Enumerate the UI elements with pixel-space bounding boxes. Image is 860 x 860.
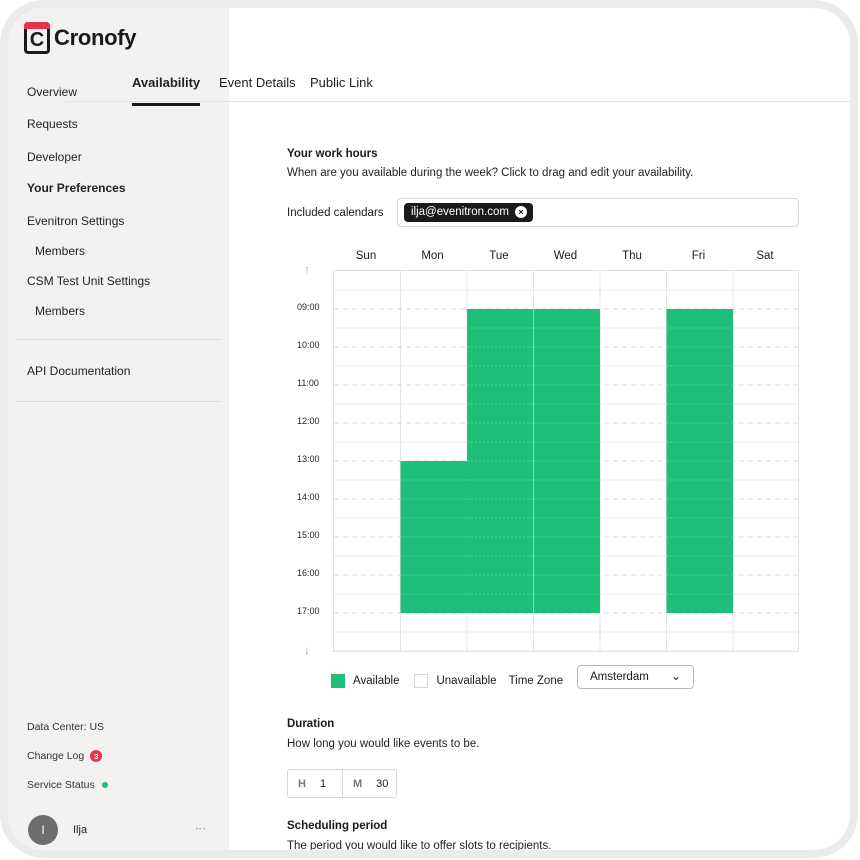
timezone-value: Amsterdam <box>590 671 649 683</box>
time-label: 17:00 <box>297 606 320 616</box>
scroll-down-icon[interactable]: ↓ <box>304 643 310 657</box>
day-header-fri: Fri <box>691 250 706 262</box>
time-label: 10:00 <box>297 340 320 350</box>
sidebar-item-developer[interactable]: Developer <box>27 150 82 164</box>
duration-input: H 1 M 30 <box>287 769 397 798</box>
time-label: 16:00 <box>297 568 320 578</box>
data-center-label: Data Center: US <box>27 721 104 733</box>
hours-unit-label: H <box>298 777 306 790</box>
change-log-link[interactable]: Change Log 3 <box>27 750 103 762</box>
sidebar-item-csm-settings[interactable]: CSM Test Unit Settings <box>27 274 150 288</box>
hours-value: 1 <box>319 777 327 790</box>
day-header-mon: Mon <box>421 250 444 262</box>
day-header-tue: Tue <box>489 250 509 262</box>
day-header-sun: Sun <box>355 250 377 262</box>
minutes-value: 30 <box>376 777 389 790</box>
scheduling-period-title: Scheduling period <box>287 820 388 832</box>
sidebar-item-your-preferences[interactable]: Your Preferences <box>27 181 126 195</box>
tab-public-link[interactable]: Public Link <box>310 75 373 103</box>
unavailable-swatch <box>414 674 429 688</box>
tab-bar: Availability Event Details Public Link <box>66 8 850 106</box>
day-header-thu: Thu <box>622 250 642 262</box>
calendar-logo-icon: C <box>24 22 50 54</box>
change-log-count-badge: 3 <box>90 750 103 762</box>
time-label: 09:00 <box>297 302 320 312</box>
sidebar-item-evenitron-members[interactable]: Members <box>35 244 85 258</box>
sidebar: C Cronofy Overview Requests Developer Yo… <box>8 8 229 850</box>
minutes-unit-label: M <box>352 777 363 790</box>
work-hours-description: When are you available during the week? … <box>287 167 694 179</box>
time-label: 11:00 <box>297 378 319 388</box>
included-calendars-input[interactable]: ilja@evenitron.com × <box>397 198 799 227</box>
service-status-link[interactable]: Service Status <box>27 779 108 791</box>
availability-legend: Available Unavailable Time Zone <box>331 668 563 694</box>
remove-chip-icon[interactable]: × <box>514 206 527 218</box>
tab-underline <box>66 101 850 102</box>
change-log-text: Change Log <box>27 750 85 762</box>
data-center-text: Data Center: US <box>27 721 105 733</box>
day-header-sat: Sat <box>756 250 774 262</box>
duration-description: How long you would like events to be. <box>287 738 480 750</box>
more-options-icon[interactable]: ⋮ <box>194 823 206 834</box>
duration-minutes-field[interactable]: M 30 <box>341 770 396 797</box>
avatar: I <box>28 815 58 845</box>
user-name: Ilja <box>73 824 88 836</box>
day-header-wed: Wed <box>553 250 578 262</box>
app-window: C Cronofy Overview Requests Developer Yo… <box>0 0 858 858</box>
time-label: 13:00 <box>297 454 320 464</box>
chevron-down-icon: ⌄ <box>670 669 681 683</box>
unavailable-label: Unavailable <box>436 675 497 687</box>
calendar-chip-label: ilja@evenitron.com <box>411 206 509 218</box>
tab-event-details[interactable]: Event Details <box>219 75 296 103</box>
timezone-select[interactable]: Amsterdam ⌄ <box>577 665 694 689</box>
time-label: 14:00 <box>297 492 320 502</box>
scheduling-period-description: The period you would like to offer slots… <box>287 840 552 852</box>
status-dot-icon <box>101 782 108 788</box>
available-swatch <box>331 674 345 688</box>
time-label: 15:00 <box>297 530 320 540</box>
service-status-text: Service Status <box>27 779 95 791</box>
time-label: 12:00 <box>297 416 320 426</box>
availability-grid[interactable] <box>333 270 799 652</box>
sidebar-item-requests[interactable]: Requests <box>27 117 78 131</box>
work-hours-title: Your work hours <box>287 148 378 160</box>
sidebar-divider <box>16 339 221 340</box>
user-profile[interactable]: I Ilja <box>28 815 87 845</box>
available-label: Available <box>353 675 400 687</box>
included-calendars-label: Included calendars <box>287 207 384 219</box>
duration-title: Duration <box>287 718 335 730</box>
sidebar-item-api-documentation[interactable]: API Documentation <box>27 364 130 378</box>
sidebar-divider <box>16 401 221 402</box>
timezone-label: Time Zone <box>508 675 564 687</box>
sidebar-item-csm-members[interactable]: Members <box>35 304 85 318</box>
scroll-up-icon[interactable]: ↑ <box>304 262 310 276</box>
duration-hours-field[interactable]: H 1 <box>288 770 342 797</box>
sidebar-item-evenitron-settings[interactable]: Evenitron Settings <box>27 214 124 228</box>
calendar-chip: ilja@evenitron.com × <box>404 203 533 222</box>
